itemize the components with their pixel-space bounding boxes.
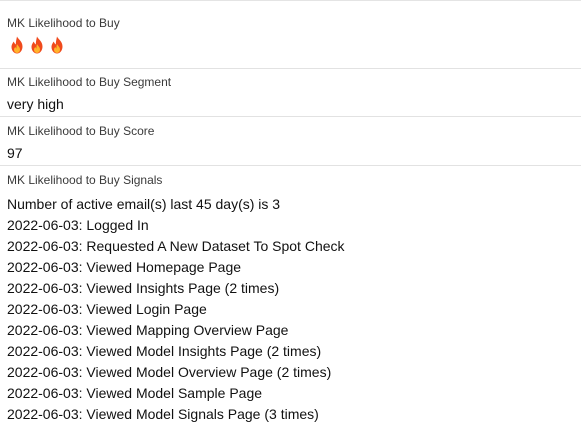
fire-icon <box>31 36 43 54</box>
signals-list: Number of active email(s) last 45 day(s)… <box>7 194 345 425</box>
signal-line: 2022-06-03: Viewed Model Insights Page (… <box>7 343 322 359</box>
signal-line: 2022-06-03: Viewed Mapping Overview Page <box>7 322 289 338</box>
segment-value: very high <box>7 96 64 112</box>
score-value: 97 <box>7 145 23 161</box>
signal-line-active-emails: Number of active email(s) last 45 day(s)… <box>7 196 281 212</box>
segment-label: MK Likelihood to Buy Segment <box>7 75 172 89</box>
signal-line: 2022-06-03: Viewed Homepage Page <box>7 259 242 275</box>
signal-line: 2022-06-03: Viewed Model Sample Page <box>7 385 263 401</box>
likelihood-field: MK Likelihood to Buy <box>0 1 581 69</box>
fire-icon <box>51 36 63 54</box>
signal-line: 2022-06-03: Requested A New Dataset To S… <box>7 238 345 254</box>
likelihood-label: MK Likelihood to Buy <box>7 16 120 30</box>
signal-line: 2022-06-03: Viewed Model Overview Page (… <box>7 364 332 380</box>
score-label: MK Likelihood to Buy Score <box>7 124 155 138</box>
segment-field: MK Likelihood to Buy Segment very high <box>0 69 581 117</box>
signal-line: 2022-06-03: Viewed Model Signals Page (3… <box>7 406 319 422</box>
signal-line: 2022-06-03: Logged In <box>7 217 149 233</box>
signal-line: 2022-06-03: Viewed Login Page <box>7 301 207 317</box>
fire-icon <box>11 36 23 54</box>
signals-label: MK Likelihood to Buy Signals <box>7 173 163 187</box>
likelihood-flames <box>7 35 67 55</box>
score-field: MK Likelihood to Buy Score 97 <box>0 117 581 166</box>
signal-line: 2022-06-03: Viewed Insights Page (2 time… <box>7 280 280 296</box>
